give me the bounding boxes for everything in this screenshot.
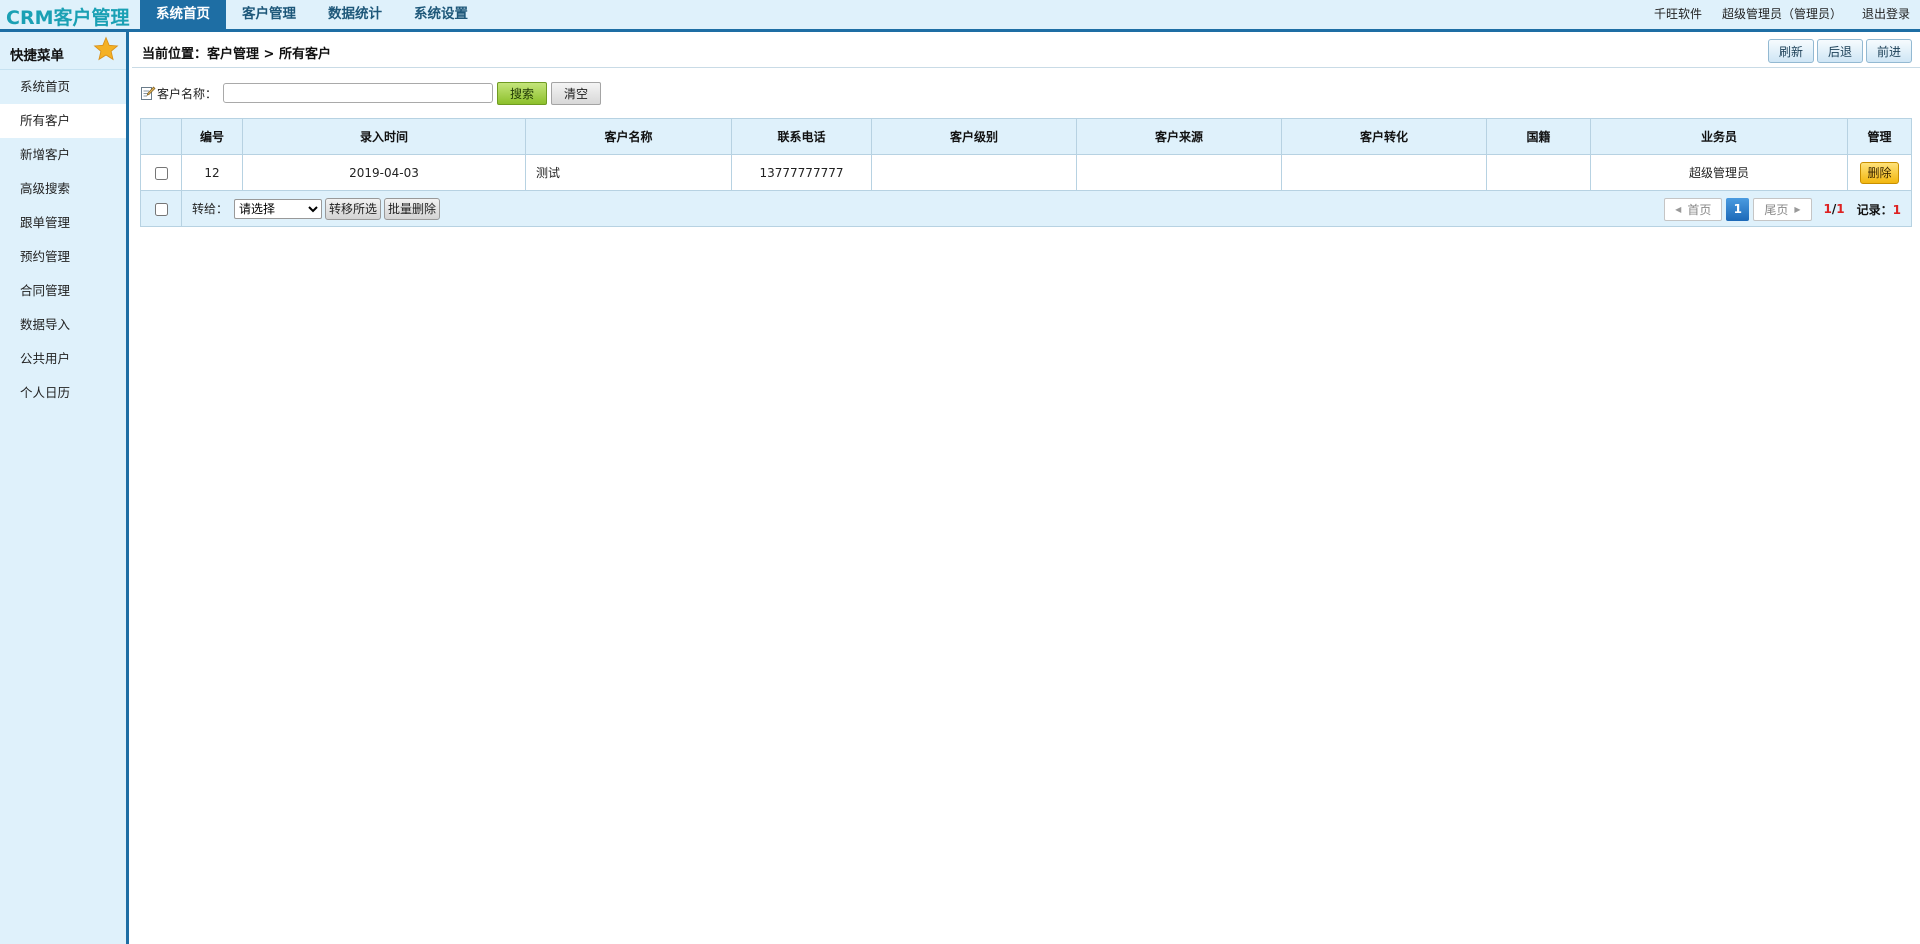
header-select bbox=[140, 118, 182, 155]
header-level[interactable]: 客户级别 bbox=[871, 118, 1077, 155]
header-entry-time[interactable]: 录入时间 bbox=[242, 118, 526, 155]
refresh-button[interactable]: 刷新 bbox=[1767, 39, 1814, 63]
nav-tab-settings[interactable]: 系统设置 bbox=[398, 0, 484, 29]
transfer-controls: 转给： 请选择 转移所选 批量删除 bbox=[192, 197, 441, 220]
nav-tab-statistics[interactable]: 数据统计 bbox=[312, 0, 398, 29]
breadcrumb: 当前位置：客户管理 > 所有客户 bbox=[142, 47, 331, 62]
arrow-right-icon: ▶ bbox=[1794, 204, 1801, 214]
cell-salesman: 超级管理员 bbox=[1590, 154, 1848, 191]
sidebar-item-all-customers[interactable]: 所有客户 bbox=[0, 104, 126, 138]
nav-tab-home[interactable]: 系统首页 bbox=[140, 0, 226, 29]
sidebar: 快捷菜单 系统首页 所有客户 新增客户 高级搜索 跟单管理 预约管理 合同管理 … bbox=[0, 32, 129, 944]
header-phone[interactable]: 联系电话 bbox=[731, 118, 872, 155]
page-indicator: 1/1 bbox=[1823, 202, 1845, 216]
sidebar-item-calendar[interactable]: 个人日历 bbox=[0, 376, 126, 410]
cell-nationality bbox=[1486, 154, 1591, 191]
cell-entry-time: 2019-04-03 bbox=[242, 154, 526, 191]
sidebar-item-advanced-search[interactable]: 高级搜索 bbox=[0, 172, 126, 206]
sidebar-item-data-import[interactable]: 数据导入 bbox=[0, 308, 126, 342]
batch-delete-button[interactable]: 批量删除 bbox=[384, 197, 441, 220]
page-current: 1 bbox=[1823, 202, 1832, 216]
records-label: 记录： bbox=[1856, 202, 1893, 217]
row-checkbox[interactable] bbox=[154, 166, 168, 180]
first-page-label: 首页 bbox=[1687, 202, 1712, 217]
sidebar-item-appointments[interactable]: 预约管理 bbox=[0, 240, 126, 274]
footer-select-cell bbox=[140, 190, 182, 227]
sidebar-item-add-customer[interactable]: 新增客户 bbox=[0, 138, 126, 172]
search-button[interactable]: 搜索 bbox=[497, 81, 548, 105]
breadcrumb-bar: 当前位置：客户管理 > 所有客户 刷新 后退 前进 bbox=[132, 32, 1920, 68]
star-icon bbox=[93, 36, 119, 61]
back-button[interactable]: 后退 bbox=[1816, 39, 1863, 63]
cell-source bbox=[1076, 154, 1282, 191]
footer-controls-cell: 转给： 请选择 转移所选 批量删除 ◀ 首页 1 尾页 ▶ 1/1 记录：1 bbox=[181, 190, 1912, 227]
record-count: 记录：1 bbox=[1857, 201, 1901, 218]
sidebar-header: 快捷菜单 bbox=[0, 32, 126, 70]
app-logo: CRM客户管理 bbox=[6, 7, 130, 29]
delete-button[interactable]: 删除 bbox=[1860, 161, 1899, 184]
sidebar-item-follow-up[interactable]: 跟单管理 bbox=[0, 206, 126, 240]
cell-level bbox=[871, 154, 1077, 191]
customer-name-input[interactable] bbox=[223, 83, 494, 103]
transfer-label: 转给： bbox=[192, 202, 229, 216]
last-page-label: 尾页 bbox=[1764, 202, 1789, 217]
table-header-row: 编号 录入时间 客户名称 联系电话 客户级别 客户来源 客户转化 国籍 业务员 … bbox=[140, 118, 1912, 155]
select-all-checkbox[interactable] bbox=[154, 202, 168, 216]
page-total: 1 bbox=[1836, 202, 1845, 216]
history-buttons: 刷新 后退 前进 bbox=[1767, 39, 1912, 63]
clear-button[interactable]: 清空 bbox=[551, 81, 602, 105]
sidebar-item-public-users[interactable]: 公共用户 bbox=[0, 342, 126, 376]
customer-name-label: 客户名称： bbox=[157, 86, 218, 101]
customer-table: 编号 录入时间 客户名称 联系电话 客户级别 客户来源 客户转化 国籍 业务员 … bbox=[140, 118, 1912, 227]
nav-tab-customers[interactable]: 客户管理 bbox=[226, 0, 312, 29]
header-source[interactable]: 客户来源 bbox=[1076, 118, 1282, 155]
sidebar-item-contracts[interactable]: 合同管理 bbox=[0, 274, 126, 308]
sidebar-title: 快捷菜单 bbox=[10, 48, 64, 64]
current-user-link[interactable]: 超级管理员（管理员） bbox=[1722, 0, 1842, 29]
header-customer-name[interactable]: 客户名称 bbox=[525, 118, 732, 155]
top-right-links: 千旺软件 超级管理员（管理员） 退出登录 bbox=[1654, 0, 1910, 29]
header-manage: 管理 bbox=[1847, 118, 1912, 155]
table-footer-row: 转给： 请选择 转移所选 批量删除 ◀ 首页 1 尾页 ▶ 1/1 记录：1 bbox=[140, 190, 1912, 227]
edit-icon bbox=[141, 86, 156, 100]
transfer-target-select[interactable]: 请选择 bbox=[234, 198, 323, 219]
cell-phone: 13777777777 bbox=[731, 154, 872, 191]
search-bar: 客户名称： 搜索 清空 bbox=[140, 80, 602, 106]
arrow-left-icon: ◀ bbox=[1675, 204, 1682, 214]
logout-link[interactable]: 退出登录 bbox=[1862, 0, 1910, 29]
cell-id: 12 bbox=[181, 154, 243, 191]
main-content: 当前位置：客户管理 > 所有客户 刷新 后退 前进 客户名称： 搜索 清空 编号… bbox=[132, 32, 1920, 944]
row-select-cell bbox=[140, 154, 182, 191]
header-salesman[interactable]: 业务员 bbox=[1590, 118, 1848, 155]
table-row: 12 2019-04-03 测试 13777777777 超级管理员 删除 bbox=[140, 154, 1912, 191]
records-value: 1 bbox=[1892, 202, 1901, 217]
header-conversion[interactable]: 客户转化 bbox=[1281, 118, 1487, 155]
cell-conversion bbox=[1281, 154, 1487, 191]
last-page-button[interactable]: 尾页 ▶ bbox=[1753, 197, 1812, 221]
footer-controls: 转给： 请选择 转移所选 批量删除 ◀ 首页 1 尾页 ▶ 1/1 记录：1 bbox=[183, 192, 1911, 226]
cell-customer-name[interactable]: 测试 bbox=[525, 154, 732, 191]
first-page-button[interactable]: ◀ 首页 bbox=[1664, 197, 1723, 221]
cell-manage: 删除 bbox=[1847, 154, 1912, 191]
company-link[interactable]: 千旺软件 bbox=[1654, 0, 1702, 29]
sidebar-item-home[interactable]: 系统首页 bbox=[0, 70, 126, 104]
forward-button[interactable]: 前进 bbox=[1865, 39, 1912, 63]
page-number-current[interactable]: 1 bbox=[1726, 197, 1750, 221]
main-nav: 系统首页 客户管理 数据统计 系统设置 bbox=[140, 0, 484, 29]
transfer-selected-button[interactable]: 转移所选 bbox=[325, 197, 382, 220]
top-header: CRM客户管理 系统首页 客户管理 数据统计 系统设置 千旺软件 超级管理员（管… bbox=[0, 0, 1920, 32]
header-id[interactable]: 编号 bbox=[181, 118, 243, 155]
pagination: ◀ 首页 1 尾页 ▶ 1/1 记录：1 bbox=[1664, 197, 1901, 221]
header-nationality[interactable]: 国籍 bbox=[1486, 118, 1591, 155]
